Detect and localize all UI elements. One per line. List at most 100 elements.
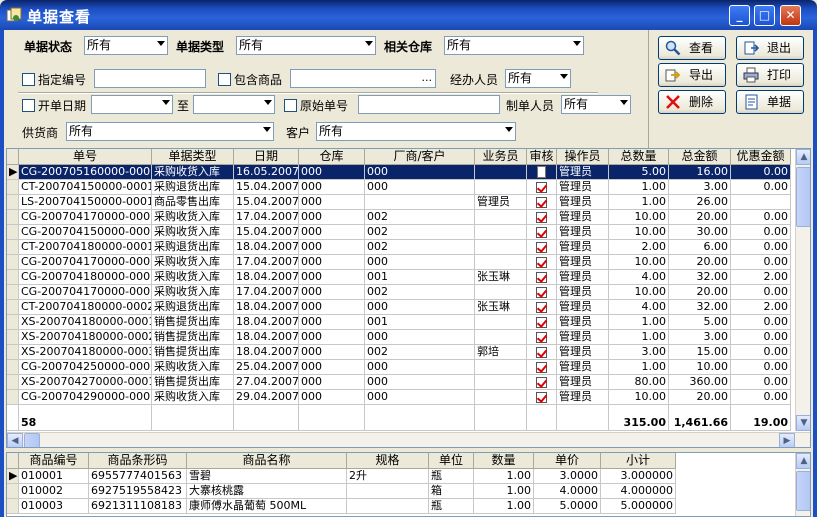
column-header[interactable]: 商品名称 — [187, 453, 347, 469]
table-cell — [475, 375, 527, 390]
table-row[interactable]: CG-200704290000-0001 采购收货入库 29.04.2007 000 0… — [7, 390, 791, 405]
table-cell: 郭培 — [475, 345, 527, 360]
table-row[interactable]: 010003 6921311108183 康师傅水晶葡萄 500ML 瓶 1.00 5.0… — [7, 499, 676, 514]
table-cell: CG-200704170000-0003 — [19, 285, 152, 300]
scroll-thumb[interactable] — [796, 167, 810, 227]
chevron-down-icon — [560, 74, 568, 79]
minimize-button[interactable]: _ — [729, 5, 750, 26]
table-cell: 15.04.2007 — [234, 195, 299, 210]
column-header[interactable]: 单据类型 — [152, 149, 234, 165]
table-cell: CG-200704170000-0002 — [19, 255, 152, 270]
scroll-down-icon[interactable]: ▼ — [796, 415, 810, 431]
table-row[interactable]: XS-200704180000-0003 销售提货出库 18.04.2007 000 0… — [7, 345, 791, 360]
maximize-button[interactable]: □ — [754, 5, 775, 26]
goods-browse-button[interactable]: ... — [422, 71, 433, 84]
hscroll-thumb[interactable] — [24, 433, 40, 447]
column-header[interactable]: 总金额 — [669, 149, 731, 165]
table-row[interactable]: CG-200704170000-0002 采购收货入库 17.04.2007 000 0… — [7, 255, 791, 270]
table-cell: 1.00 — [609, 180, 669, 195]
column-header[interactable]: 审核 — [527, 149, 557, 165]
original-input[interactable] — [358, 95, 500, 114]
table-row[interactable]: CG-200704150000-0001 采购收货入库 15.04.2007 000 0… — [7, 225, 791, 240]
table-cell: 0.00 — [731, 165, 791, 180]
approved-check-icon — [527, 285, 557, 300]
print-button[interactable]: 打印 — [736, 63, 804, 87]
column-header[interactable]: 单位 — [429, 453, 474, 469]
column-header[interactable]: 商品条形码 — [89, 453, 187, 469]
column-header[interactable]: 日期 — [234, 149, 299, 165]
close-button[interactable]: ✕ — [780, 5, 801, 26]
table-row[interactable]: LS-200704150000-0001 商品零售出库 15.04.2007 000 管… — [7, 195, 791, 210]
table-row[interactable]: XS-200704270000-0001 销售提货出库 27.04.2007 000 0… — [7, 375, 791, 390]
scroll-thumb[interactable] — [796, 471, 810, 511]
column-header[interactable]: 单价 — [534, 453, 601, 469]
table-row[interactable]: CT-200704180000-0001 采购退货出库 18.04.2007 000 0… — [7, 240, 791, 255]
column-header[interactable]: 商品编号 — [19, 453, 89, 469]
document-button[interactable]: 单据 — [736, 90, 804, 114]
exit-button-label: 退出 — [766, 41, 791, 55]
exit-icon — [744, 41, 759, 55]
table-row[interactable]: XS-200704180000-0002 销售提货出库 18.04.2007 000 0… — [7, 330, 791, 345]
original-checkbox[interactable] — [284, 99, 297, 112]
date-checkbox[interactable] — [22, 99, 35, 112]
maker-select[interactable]: 所有 — [561, 95, 631, 114]
status-select[interactable]: 所有 — [84, 36, 168, 55]
column-header[interactable]: 规格 — [347, 453, 429, 469]
scroll-up-icon[interactable]: ▲ — [796, 149, 810, 165]
table-row[interactable]: ▶ 010001 6955777401563 雪碧 2升瓶 1.00 3.0000 3.000… — [7, 469, 676, 484]
table-row[interactable]: CG-200704170000-0001 采购收货入库 17.04.2007 000 0… — [7, 210, 791, 225]
table-cell: 000 — [299, 180, 365, 195]
table-cell: 0.00 — [731, 255, 791, 270]
export-button[interactable]: 导出 — [658, 63, 726, 87]
type-select[interactable]: 所有 — [236, 36, 376, 55]
app-icon — [6, 7, 22, 22]
detail-grid-vscroll[interactable]: ▲ — [795, 453, 810, 516]
date-to-label: 至 — [177, 99, 190, 113]
delete-button-label: 删除 — [688, 95, 713, 109]
table-cell: 管理员 — [557, 345, 609, 360]
document-grid-vscroll[interactable]: ▲ ▼ — [795, 149, 810, 431]
table-row[interactable]: ▶ CG-200705160000-0001 采购收货入库 16.05.2007 000… — [7, 165, 791, 180]
code-input[interactable] — [94, 69, 206, 88]
scroll-right-icon[interactable]: ▶ — [779, 433, 795, 447]
document-grid-hscroll[interactable]: ◀ ▶ — [7, 432, 810, 447]
table-cell: 000 — [365, 255, 475, 270]
document-grid[interactable]: 单号 单据类型 日期 仓库 厂商/客户 业务员 审核 操作员 总数量 总金额 优惠金额 ▶ CG-20… — [6, 148, 811, 448]
table-row[interactable]: XS-200704180000-0001 销售提货出库 18.04.2007 000 0… — [7, 315, 791, 330]
date-to-select[interactable] — [193, 95, 275, 114]
date-from-select[interactable] — [91, 95, 173, 114]
column-header[interactable]: 数量 — [474, 453, 534, 469]
scroll-left-icon[interactable]: ◀ — [7, 433, 23, 447]
table-cell: 管理员 — [557, 180, 609, 195]
table-cell: 销售提货出库 — [152, 345, 234, 360]
table-cell: 管理员 — [475, 195, 527, 210]
table-row[interactable]: CG-200704170000-0003 采购收货入库 17.04.2007 000 0… — [7, 285, 791, 300]
column-header[interactable]: 小计 — [601, 453, 676, 469]
column-header[interactable]: 单号 — [19, 149, 152, 165]
table-row[interactable]: CG-200704180000-0001 采购收货入库 18.04.2007 000 0… — [7, 270, 791, 285]
column-header[interactable]: 厂商/客户 — [365, 149, 475, 165]
table-row[interactable]: CT-200704180000-0002 采购退货出库 18.04.2007 000 0… — [7, 300, 791, 315]
code-checkbox[interactable] — [22, 73, 35, 86]
column-header[interactable]: 业务员 — [475, 149, 527, 165]
warehouse-select[interactable]: 所有 — [444, 36, 584, 55]
goods-input[interactable]: ... — [290, 69, 436, 88]
supplier-select[interactable]: 所有 — [66, 122, 274, 141]
delete-button[interactable]: 删除 — [658, 90, 726, 114]
column-header[interactable]: 总数量 — [609, 149, 669, 165]
original-label: 原始单号 — [300, 99, 349, 113]
column-header[interactable]: 操作员 — [557, 149, 609, 165]
column-header[interactable]: 优惠金额 — [731, 149, 791, 165]
scroll-up-icon[interactable]: ▲ — [796, 453, 810, 469]
table-row[interactable]: CG-200704250000-0001 采购收货入库 25.04.2007 000 0… — [7, 360, 791, 375]
table-row[interactable]: 010002 6927519558423 大寨核桃露 箱 1.00 4.0000 4.000… — [7, 484, 676, 499]
handler-select[interactable]: 所有 — [505, 69, 571, 88]
goods-checkbox[interactable] — [218, 73, 231, 86]
detail-grid[interactable]: 商品编号 商品条形码 商品名称 规格 单位 数量 单价 小计 ▶ 010001 695577740… — [6, 452, 811, 517]
exit-button[interactable]: 退出 — [736, 36, 804, 60]
query-button[interactable]: 查看 — [658, 36, 726, 60]
column-header[interactable]: 仓库 — [299, 149, 365, 165]
table-row[interactable]: CT-200704150000-0001 采购退货出库 15.04.2007 000 0… — [7, 180, 791, 195]
customer-select[interactable]: 所有 — [316, 122, 516, 141]
type-label: 单据类型 — [176, 40, 225, 54]
